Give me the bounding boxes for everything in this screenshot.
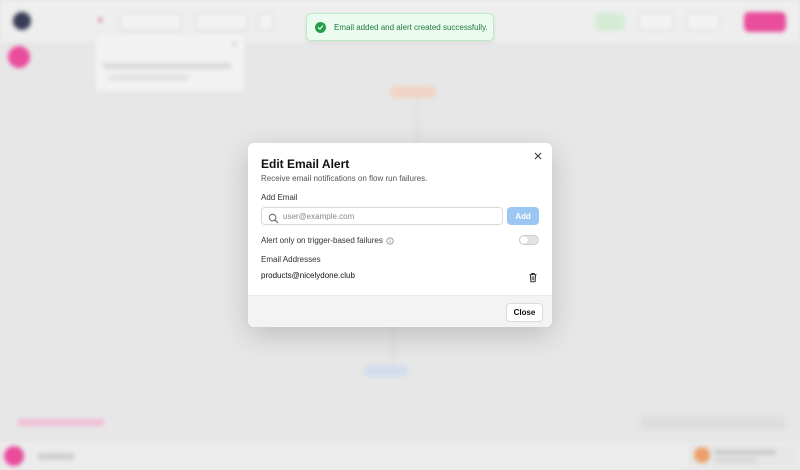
trigger-only-toggle[interactable] — [519, 235, 539, 245]
toggle-knob — [520, 236, 528, 244]
dialog-title: Edit Email Alert — [261, 157, 350, 171]
dialog-subtitle: Receive email notifications on flow run … — [261, 174, 428, 183]
trash-icon[interactable] — [528, 270, 538, 288]
trigger-only-label: Alert only on trigger-based failures — [261, 236, 383, 245]
info-icon[interactable] — [386, 236, 394, 245]
toast-message: Email added and alert created successful… — [334, 22, 488, 32]
search-icon — [268, 211, 279, 229]
edit-email-alert-dialog: Edit Email Alert Receive email notificat… — [248, 143, 552, 327]
success-toast: Email added and alert created successful… — [306, 13, 494, 41]
email-address: products@nicelydone.club — [261, 271, 355, 280]
close-icon[interactable] — [532, 150, 544, 162]
trigger-only-row: Alert only on trigger-based failures — [261, 236, 394, 245]
email-address-row: products@nicelydone.club — [261, 270, 539, 283]
add-email-button[interactable]: Add — [507, 207, 539, 225]
email-input-wrapper — [261, 207, 503, 225]
check-circle-icon — [315, 21, 326, 33]
close-button[interactable]: Close — [506, 303, 543, 322]
add-email-label: Add Email — [261, 193, 298, 202]
email-addresses-label: Email Addresses — [261, 255, 321, 264]
email-input[interactable] — [283, 210, 497, 223]
dialog-footer: Close — [248, 295, 552, 327]
